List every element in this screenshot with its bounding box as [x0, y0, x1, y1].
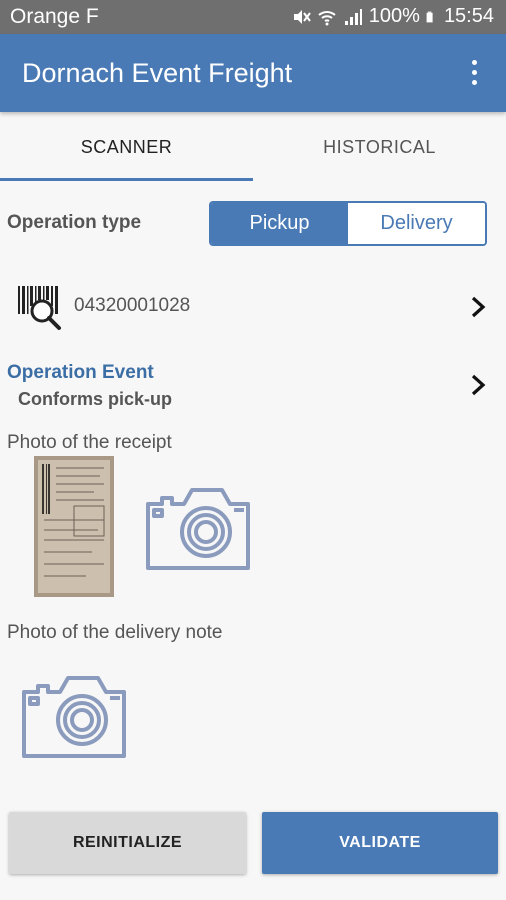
battery-percent: 100%: [368, 5, 420, 27]
app-title: Dornach Event Freight: [22, 58, 293, 88]
signal-icon: [344, 8, 362, 25]
wifi-icon: [318, 10, 336, 25]
operation-type-label: Operation type: [7, 212, 142, 233]
validate-button[interactable]: VALIDATE: [262, 812, 498, 874]
operation-event-row[interactable]: Operation Event Conforms pick-up: [0, 360, 506, 415]
reinitialize-button[interactable]: REINITIALIZE: [9, 812, 246, 874]
carrier-name: Orange F: [10, 5, 99, 28]
pickup-option[interactable]: Pickup: [211, 203, 348, 244]
tab-indicator: [0, 178, 253, 181]
add-delivery-note-photo-camera-icon[interactable]: [20, 670, 128, 760]
operation-type-toggle: Pickup Delivery: [209, 201, 487, 246]
chevron-right-icon: [471, 374, 486, 396]
operation-event-value: Conforms pick-up: [18, 389, 173, 409]
delivery-note-photo-label: Photo of the delivery note: [7, 622, 223, 643]
tab-bar: SCANNER HISTORICAL: [0, 112, 506, 182]
receipt-photo-label: Photo of the receipt: [7, 432, 172, 453]
tab-historical[interactable]: HISTORICAL: [253, 112, 506, 182]
app-bar: Dornach Event Freight: [0, 34, 506, 112]
receipt-photo-thumbnail[interactable]: [34, 456, 114, 597]
status-icons: 100% 15:54: [291, 5, 494, 28]
tab-scanner[interactable]: SCANNER: [0, 112, 253, 182]
overflow-menu-icon[interactable]: [462, 60, 486, 90]
barcode-value: 04320001028: [74, 295, 191, 316]
battery-icon: [426, 11, 433, 22]
mute-icon: [293, 9, 311, 24]
barcode-scan-row[interactable]: 04320001028: [0, 278, 506, 336]
chevron-right-icon: [471, 296, 486, 318]
status-bar: Orange F 100% 15:54: [0, 0, 506, 34]
barcode-search-icon: [18, 286, 61, 330]
clock: 15:54: [443, 5, 494, 27]
delivery-option[interactable]: Delivery: [348, 203, 485, 244]
add-receipt-photo-camera-icon[interactable]: [144, 482, 252, 572]
operation-event-label: Operation Event: [7, 362, 154, 383]
